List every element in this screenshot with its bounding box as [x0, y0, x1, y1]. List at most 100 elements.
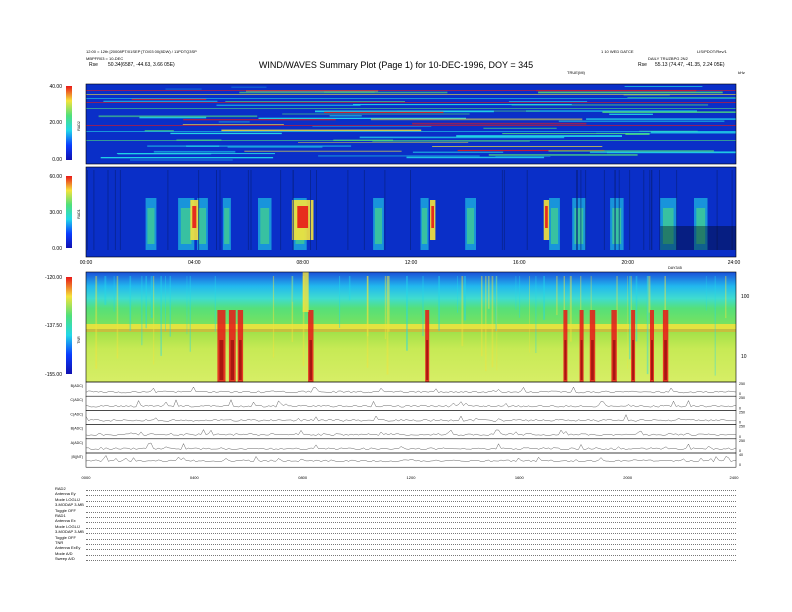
rad2-band [239, 91, 448, 94]
rad1-xtick-5: 20:00 [621, 260, 634, 266]
footer-row: RAD2 [55, 486, 66, 491]
rad1-stripe [93, 170, 95, 250]
tnr-stripe [461, 276, 464, 347]
rad1-burst [224, 208, 230, 244]
rad1-stripe [526, 170, 528, 250]
rad2-ylabel: RAD2 [77, 121, 81, 131]
tnr-plasma-line [86, 324, 736, 329]
rad2-cbar-tick-mid: 20.00 [49, 120, 62, 126]
rad2-band [609, 113, 653, 115]
rad2-band [282, 113, 470, 115]
footer-dotted-line [86, 517, 736, 518]
tnr-cbar-tick-top: -120.00 [45, 275, 62, 281]
rad1-stripe [577, 170, 578, 250]
tnr-burst [632, 340, 635, 380]
footer-dotted-line [86, 511, 736, 513]
line-panel-label: |B|(NT) [72, 455, 83, 459]
line-panel-label: C(ADC) [70, 412, 83, 416]
rad2-band [456, 135, 622, 137]
rad2-band [147, 145, 352, 147]
rad1-stripe [384, 170, 386, 250]
rad2-band [558, 120, 725, 122]
rad1-xtick-3: 12:00 [405, 260, 418, 266]
footer-dotted-line [86, 527, 736, 529]
line-panel-frame [85, 395, 737, 411]
tnr-stripe [129, 276, 132, 331]
tnr-stripe [535, 276, 537, 353]
line-panel-label: B(ADC) [71, 384, 83, 388]
rad1-stripe [614, 170, 616, 250]
rad2-band [432, 146, 603, 147]
footer-dotted-line [86, 538, 736, 540]
footer-dotted-line [86, 490, 736, 491]
rad2-band [86, 131, 736, 132]
footer-row: Antenna Ey [55, 491, 76, 497]
rad2-band [218, 121, 250, 123]
tnr-stripe [150, 276, 153, 318]
rad2-band [98, 115, 258, 118]
tnr-stripe [292, 276, 294, 302]
tnr-stripe [556, 276, 558, 316]
line-panel-trace [85, 386, 737, 394]
line-panel-tick: 0 [739, 463, 741, 467]
tnr-stripe [635, 276, 638, 342]
rad1-stripe [576, 170, 577, 250]
rad2-band [165, 88, 202, 90]
rad1-stripe [87, 170, 88, 250]
tnr-stripe [160, 276, 162, 356]
rad1-xtick-6: 24:00 [728, 260, 741, 266]
rad2-band [318, 155, 480, 157]
footer-row: Mode LOGLIJ [55, 496, 80, 502]
tnr-burst [580, 340, 583, 380]
rad1-burst [260, 208, 270, 244]
bottom-xtick-6: 2400 [730, 475, 740, 480]
tnr-stripe [406, 276, 408, 351]
rad1-xtick-0: 00:00 [80, 260, 93, 266]
tnr-stripe [339, 276, 341, 328]
footer-dotted-line [86, 554, 736, 556]
time-axis-label: DAY345 [668, 266, 682, 270]
rad1-burst-core [431, 206, 434, 228]
tnr-burst [239, 340, 242, 380]
tnr-stripe [629, 276, 631, 360]
tnr-burst [651, 340, 653, 380]
rad2-band [86, 108, 736, 109]
rad2-band [624, 86, 703, 87]
tnr-stripe [457, 276, 458, 313]
rad1-colorbar [66, 176, 72, 248]
tnr-stripe [384, 276, 386, 340]
plot-canvas: 40.00 20.00 0.00 RAD2 60.00 30.00 0.00 R… [45, 83, 750, 480]
rad2-band [502, 133, 630, 135]
rad2-band [412, 151, 504, 153]
rad1-cbar-tick-bottom: 0.00 [52, 246, 62, 252]
rad2-band [324, 111, 444, 113]
line-panel-trace [85, 429, 737, 436]
line-panel-trace [85, 399, 737, 408]
rad2-band [86, 94, 736, 95]
rad1-stripe [198, 170, 200, 250]
tnr-burst [591, 340, 594, 380]
rad1-stripe [501, 170, 503, 250]
rad1-cbar-tick-mid: 30.00 [49, 210, 62, 216]
rad1-stripe [603, 170, 605, 250]
tnr-stripe [348, 276, 351, 301]
tnr-cbar-tick-bottom: -155.00 [45, 372, 62, 378]
line-panel-label: A(ADC) [71, 441, 83, 445]
rad2-band [548, 150, 714, 152]
tnr-stripe [487, 276, 490, 309]
rad2-cbar-tick-bottom: 0.00 [52, 157, 62, 163]
tnr-burst-top [302, 272, 309, 312]
rad2-band [225, 101, 405, 102]
footer-row: Antenna Ex [55, 518, 76, 524]
rad1-burst-core [192, 206, 197, 228]
tnr-burst [309, 340, 313, 380]
rad1-stripe [649, 170, 651, 250]
rad1-dark-region [660, 226, 736, 250]
footer-row: 3-MODAP 3-MB [55, 502, 84, 508]
rad2-band [116, 153, 276, 155]
rad2-band [353, 104, 572, 106]
footer-dotted-line [86, 544, 736, 545]
rad1-stripe [119, 170, 121, 250]
tnr-stripe [714, 276, 716, 376]
bottom-xtick-4: 1600 [515, 475, 525, 480]
